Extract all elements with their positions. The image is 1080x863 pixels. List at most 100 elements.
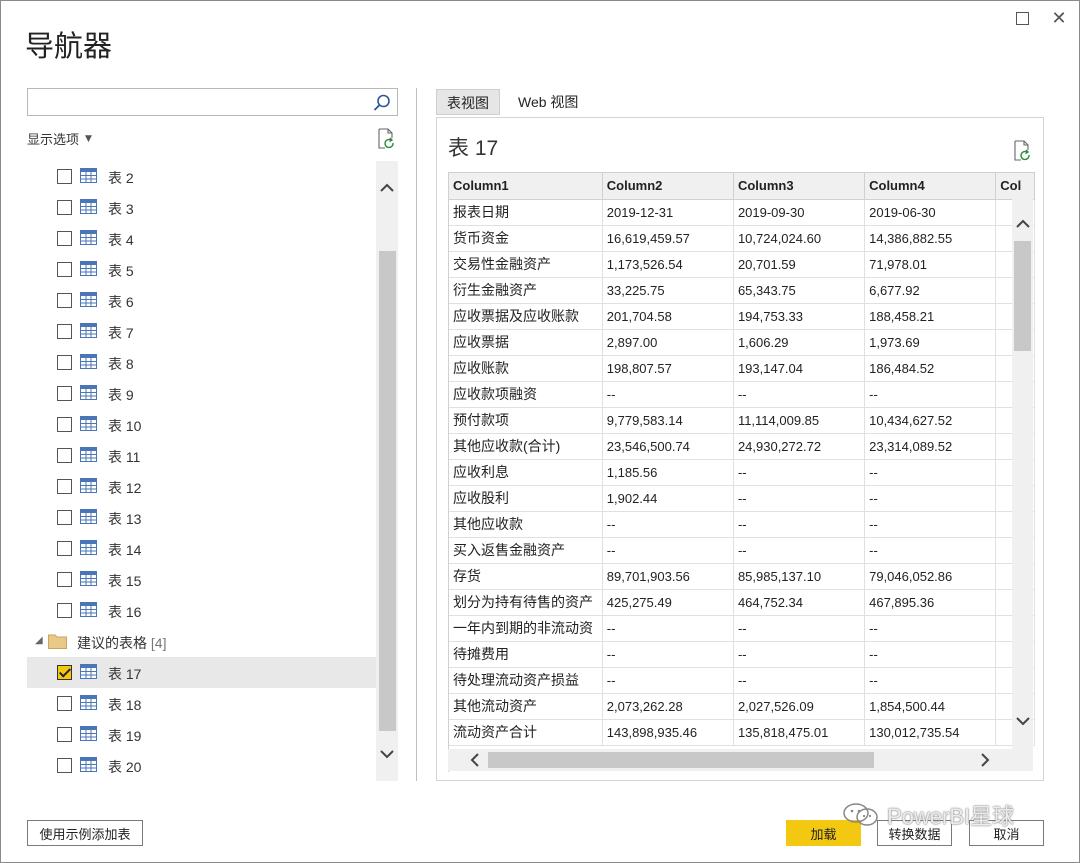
table-row: 流动资产合计 143,898,935.46 135,818,475.01 130,01… [449,719,1035,746]
close-icon[interactable]: ✕ [1047,7,1071,29]
tree-item-table-14[interactable]: 表 14 [27,533,376,564]
table-cell: 10,434,627.52 [864,407,997,434]
table-icon [80,726,97,741]
checkbox[interactable] [57,262,72,277]
table-cell: 20,701.59 [733,251,866,278]
table-cell: 193,147.04 [733,355,866,382]
table-cell: 186,484.52 [864,355,997,382]
table-row: 其他应收款(合计) 23,546,500.74 24,930,272.72 23,31… [449,433,1035,460]
column-header[interactable]: Column4 [864,173,997,200]
scroll-right-icon[interactable] [975,750,995,770]
checkbox[interactable] [57,510,72,525]
table-cell: -- [864,537,997,564]
scroll-down-icon[interactable] [378,745,396,763]
grid-vertical-scrollbar[interactable] [1012,196,1033,749]
column-header[interactable]: Column1 [449,173,603,200]
column-header[interactable]: Column3 [733,173,866,200]
tree-item-table-5[interactable]: 表 5 [27,254,376,285]
left-scrollbar-thumb[interactable] [379,251,396,731]
tree-item-suggested-table-18[interactable]: 表 18 [27,688,376,719]
refresh-icon[interactable] [1012,140,1032,162]
table-row: 买入返售金融资产 -- -- -- [449,537,1035,564]
table-icon [80,354,97,369]
checkbox[interactable] [57,541,72,556]
folder-suggested-tables[interactable]: ◢ 建议的表格 [4] [27,626,376,657]
checkbox[interactable] [57,572,72,587]
table-cell: 存货 [449,563,603,590]
table-cell: 1,173,526.54 [602,251,734,278]
search-box[interactable] [27,88,398,116]
refresh-icon[interactable] [376,128,396,150]
table-cell: 1,973.69 [864,329,997,356]
table-cell: -- [733,641,866,668]
maximize-icon[interactable] [1010,7,1034,29]
pane-divider [416,88,417,781]
table-cell: 应收票据 [449,329,603,356]
checkbox[interactable] [57,169,72,184]
data-grid[interactable]: Column1 Column2 Column3 Column4 Col 报表日期 2019… [448,172,1035,772]
table-cell: 464,752.34 [733,589,866,616]
scroll-up-icon[interactable] [1013,214,1032,234]
tree-item-table-13[interactable]: 表 13 [27,502,376,533]
tree-item-table-12[interactable]: 表 12 [27,471,376,502]
table-icon [80,695,97,710]
display-options-dropdown[interactable]: 显示选项 ▼ [27,129,92,148]
checkbox[interactable] [57,448,72,463]
tree-item-table-15[interactable]: 表 15 [27,564,376,595]
checkbox[interactable] [57,355,72,370]
scroll-left-icon[interactable] [465,750,485,770]
tree-item-label: 表 16 [108,604,142,620]
table-cell: 9,779,583.14 [602,407,734,434]
tree-item-table-10[interactable]: 表 10 [27,409,376,440]
checkbox[interactable] [57,324,72,339]
tree-item-table-11[interactable]: 表 11 [27,440,376,471]
checkbox[interactable] [57,603,72,618]
table-cell: -- [602,667,734,694]
checkbox[interactable] [57,727,72,742]
tree-item-table-7[interactable]: 表 7 [27,316,376,347]
collapse-triangle-icon[interactable]: ◢ [35,635,43,646]
column-header[interactable]: Column2 [602,173,734,200]
tree-item-suggested-table-17[interactable]: 表 17 [27,657,376,688]
tree-item-table-8[interactable]: 表 8 [27,347,376,378]
checkbox[interactable] [57,758,72,773]
tree-item-label: 表 6 [108,294,134,310]
tree-item-table-6[interactable]: 表 6 [27,285,376,316]
table-cell: 143,898,935.46 [602,719,734,746]
tree-item-table-4[interactable]: 表 4 [27,223,376,254]
grid-vertical-scrollbar-thumb[interactable] [1014,241,1031,351]
tree-item-table-2[interactable]: 表 2 [27,161,376,192]
checkbox[interactable] [57,665,72,680]
table-icon [80,664,97,679]
search-input[interactable] [32,92,367,112]
checkbox[interactable] [57,293,72,308]
tree-item-suggested-table-19[interactable]: 表 19 [27,719,376,750]
scroll-up-icon[interactable] [378,179,396,197]
tree-item-table-3[interactable]: 表 3 [27,192,376,223]
table-cell: -- [602,537,734,564]
scroll-down-icon[interactable] [1013,711,1032,731]
table-cell: 其他应收款(合计) [449,433,603,460]
tree-item-table-16[interactable]: 表 16 [27,595,376,626]
left-scrollbar[interactable] [376,161,398,781]
table-cell: 流动资产合计 [449,719,603,746]
grid-horizontal-scrollbar[interactable] [448,749,1033,771]
checkbox[interactable] [57,417,72,432]
tree-item-label: 表 9 [108,387,134,403]
tab-table-view[interactable]: 表视图 [436,89,500,115]
table-cell: 130,012,735.54 [864,719,997,746]
checkbox[interactable] [57,479,72,494]
table-cell: -- [602,511,734,538]
tree-item-table-9[interactable]: 表 9 [27,378,376,409]
tree-item-suggested-table-20[interactable]: 表 20 [27,750,376,781]
checkbox[interactable] [57,200,72,215]
table-icon [80,447,97,462]
search-icon[interactable] [372,93,392,113]
table-icon [80,292,97,307]
checkbox[interactable] [57,696,72,711]
checkbox[interactable] [57,386,72,401]
add-table-using-examples-button[interactable]: 使用示例添加表 [27,820,143,846]
tab-web-view[interactable]: Web 视图 [508,89,588,115]
checkbox[interactable] [57,231,72,246]
grid-horizontal-scrollbar-thumb[interactable] [488,752,874,768]
